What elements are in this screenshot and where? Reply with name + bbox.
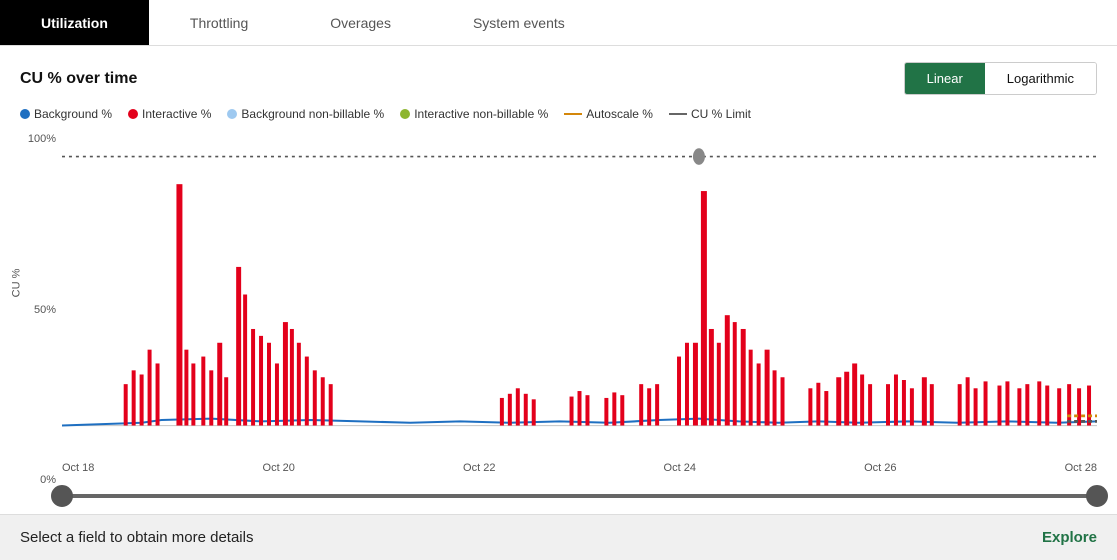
tab-utilization[interactable]: Utilization <box>0 0 149 45</box>
linear-button[interactable]: Linear <box>905 63 985 94</box>
legend-background: Background % <box>20 107 112 121</box>
chart-legend: Background % Interactive % Background no… <box>20 107 1097 121</box>
x-axis: Oct 18 Oct 20 Oct 22 Oct 24 Oct 26 Oct 2… <box>62 460 1097 474</box>
legend-background-nonbillable-label: Background non-billable % <box>241 107 384 121</box>
legend-interactive-nonbillable: Interactive non-billable % <box>400 107 548 121</box>
y-label-0: 0% <box>20 474 62 486</box>
legend-background-nonbillable: Background non-billable % <box>227 107 384 121</box>
interactive-nonbillable-dot <box>400 109 410 119</box>
chart-header: CU % over time Linear Logarithmic <box>20 62 1097 95</box>
y-axis-title: CU % <box>10 269 22 298</box>
chart-svg-container <box>62 129 1097 460</box>
main-content: CU % over time Linear Logarithmic Backgr… <box>0 46 1117 514</box>
y-label-100: 100% <box>20 133 62 145</box>
tab-overages[interactable]: Overages <box>289 0 432 45</box>
interactive-dot <box>128 109 138 119</box>
autoscale-line <box>564 113 582 115</box>
scale-toggle: Linear Logarithmic <box>904 62 1097 95</box>
explore-button[interactable]: Explore <box>1042 529 1097 546</box>
tab-system-events[interactable]: System events <box>432 0 606 45</box>
legend-interactive: Interactive % <box>128 107 211 121</box>
background-nonbillable-dot <box>227 109 237 119</box>
logarithmic-button[interactable]: Logarithmic <box>985 63 1096 94</box>
chart-svg <box>62 129 1097 460</box>
slider-fill <box>62 494 1097 498</box>
x-label-oct20: Oct 20 <box>263 462 295 474</box>
bottom-text: Select a field to obtain more details <box>20 529 253 546</box>
app-container: Utilization Throttling Overages System e… <box>0 0 1117 560</box>
legend-background-label: Background % <box>34 107 112 121</box>
cu-limit-line <box>669 113 687 115</box>
bottom-bar: Select a field to obtain more details Ex… <box>0 514 1117 560</box>
x-label-oct24: Oct 24 <box>664 462 696 474</box>
legend-autoscale: Autoscale % <box>564 107 653 121</box>
chart-area: CU % 100% 50% 0% <box>20 129 1097 514</box>
slider-thumb-right[interactable] <box>1086 485 1108 507</box>
slider-thumb-left[interactable] <box>51 485 73 507</box>
legend-cu-limit-label: CU % Limit <box>691 107 751 121</box>
legend-interactive-nonbillable-label: Interactive non-billable % <box>414 107 548 121</box>
legend-autoscale-label: Autoscale % <box>586 107 653 121</box>
background-dot <box>20 109 30 119</box>
x-label-oct22: Oct 22 <box>463 462 495 474</box>
legend-interactive-label: Interactive % <box>142 107 211 121</box>
x-label-oct28: Oct 28 <box>1065 462 1097 474</box>
legend-cu-limit: CU % Limit <box>669 107 751 121</box>
slider-track <box>62 494 1097 498</box>
x-label-oct26: Oct 26 <box>864 462 896 474</box>
chart-inner: Oct 18 Oct 20 Oct 22 Oct 24 Oct 26 Oct 2… <box>62 129 1097 514</box>
tab-bar: Utilization Throttling Overages System e… <box>0 0 1117 46</box>
tab-throttling[interactable]: Throttling <box>149 0 289 45</box>
time-range-slider <box>62 478 1097 514</box>
x-label-oct18: Oct 18 <box>62 462 94 474</box>
y-label-50: 50% <box>20 304 62 316</box>
chart-title: CU % over time <box>20 70 137 88</box>
